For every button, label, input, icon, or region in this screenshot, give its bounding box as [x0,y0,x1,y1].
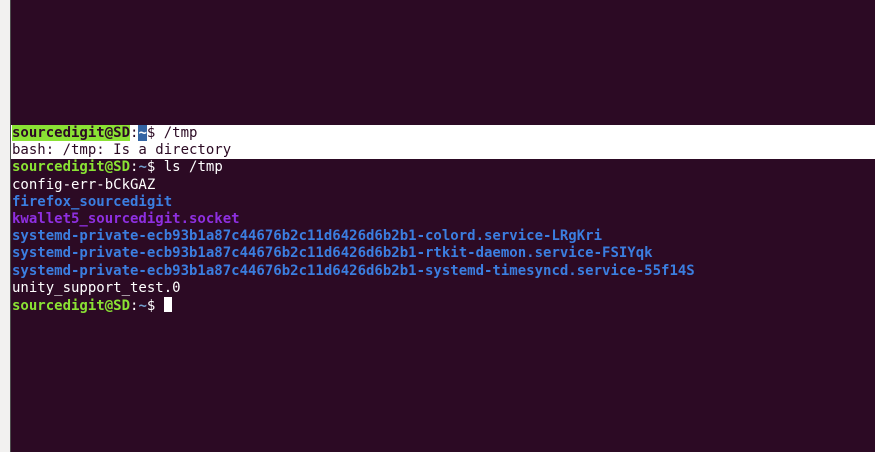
listing-item: config-err-bCkGAZ [11,177,875,194]
prompt-path: ~ [138,159,147,176]
terminal-input-line[interactable]: sourcedigit@SD:~$ [11,296,875,314]
directory-entry: systemd-private-ecb93b1a87c44676b2c11d64… [12,245,653,262]
prompt-user-host: sourcedigit@SD [12,297,131,314]
prompt-symbol: $ [146,125,164,141]
command-text: ls /tmp [163,159,223,176]
listing-item: systemd-private-ecb93b1a87c44676b2c11d64… [11,263,875,280]
window-left-edge [0,0,10,452]
file-entry: unity_support_test.0 [12,279,181,296]
error-output: bash: /tmp: Is a directory [12,142,232,159]
listing-item: systemd-private-ecb93b1a87c44676b2c11d64… [11,245,875,262]
terminal-line-selected[interactable]: sourcedigit@SD:~$ /tmp [11,125,875,143]
listing-item: firefox_sourcedigit [11,194,875,211]
prompt-user-host: sourcedigit@SD [12,159,131,176]
directory-entry: systemd-private-ecb93b1a87c44676b2c11d64… [12,228,603,245]
prompt-symbol: $ [146,159,164,176]
prompt-path: ~ [138,125,147,141]
prompt-user-host: sourcedigit@SD [12,125,131,141]
prompt-symbol: $ [146,297,164,314]
terminal-line-selected[interactable]: bash: /tmp: Is a directory [11,142,875,160]
prompt-path: ~ [138,297,147,314]
terminal-window: sourcedigit@SD:~$ /tmp bash: /tmp: Is a … [0,0,875,452]
text-cursor[interactable] [163,296,172,312]
listing-item: unity_support_test.0 [11,280,875,297]
file-entry: config-err-bCkGAZ [12,176,156,193]
socket-entry: kwallet5_sourcedigit.socket [12,210,240,227]
terminal-line[interactable]: sourcedigit@SD:~$ ls /tmp [11,159,875,176]
directory-entry: firefox_sourcedigit [12,193,173,210]
directory-entry: systemd-private-ecb93b1a87c44676b2c11d64… [12,262,695,279]
command-text: /tmp [163,125,198,141]
terminal-output[interactable]: sourcedigit@SD:~$ /tmp bash: /tmp: Is a … [11,125,875,314]
listing-item: kwallet5_sourcedigit.socket [11,211,875,228]
listing-item: systemd-private-ecb93b1a87c44676b2c11d64… [11,228,875,245]
